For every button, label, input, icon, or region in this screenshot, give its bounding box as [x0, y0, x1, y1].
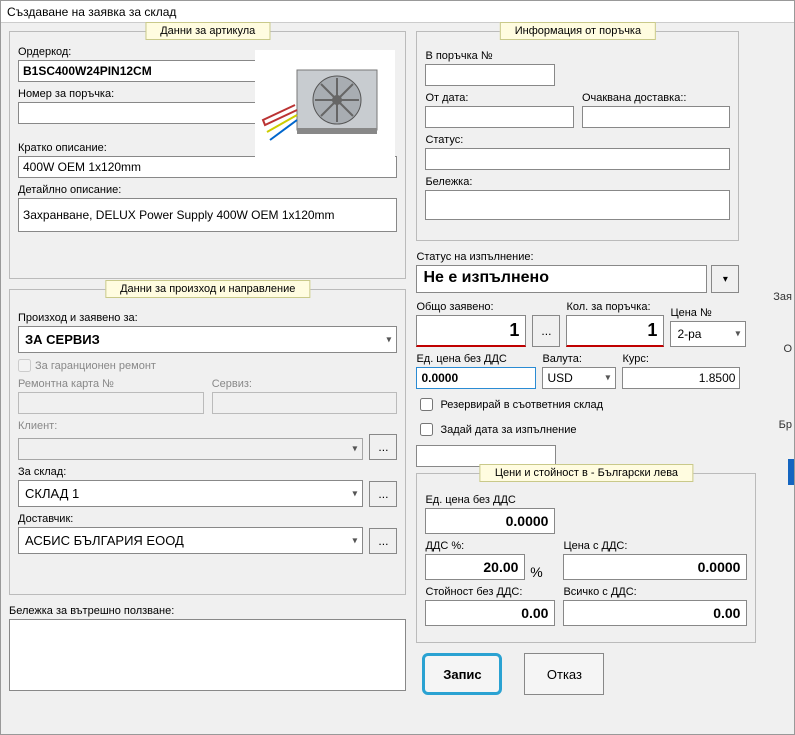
window-title: Създаване на заявка за склад — [1, 1, 794, 23]
currency-label: Валута: — [542, 353, 616, 365]
qty-order-label: Кол. за поръчка: — [566, 301, 664, 313]
qty-order-input[interactable] — [566, 315, 664, 347]
status-label: Статус: — [425, 134, 730, 146]
unitprice-label: Ед. цена без ДДС — [416, 353, 536, 365]
from-select[interactable]: ЗА СЕРВИЗ — [18, 326, 397, 353]
repaircard-input — [18, 392, 204, 414]
side-label-br: Бр — [779, 419, 792, 431]
total-req-lookup-button[interactable]: ... — [532, 315, 560, 347]
ordernote-label: Бележка: — [425, 176, 730, 188]
reserve-checkbox[interactable] — [420, 398, 433, 411]
exec-status-dropdown-button[interactable]: ▾ — [711, 265, 739, 293]
supplier-label: Доставчик: — [18, 513, 397, 525]
ordno-input[interactable] — [425, 64, 555, 86]
side-tab-zay[interactable]: Зая — [773, 291, 792, 303]
priceno-label: Цена № — [670, 307, 746, 319]
price-unit-input[interactable] — [425, 508, 555, 534]
supplier-select[interactable]: АСБИС БЪЛГАРИЯ ЕООД — [18, 527, 363, 554]
rate-input[interactable] — [622, 367, 740, 389]
client-label: Клиент: — [18, 420, 397, 432]
cancel-button[interactable]: Отказ — [524, 653, 604, 695]
side-label-o: О — [783, 343, 792, 355]
priceno-select[interactable]: 2-ра — [670, 321, 746, 347]
internal-note-label: Бележка за вътрешно ползване: — [9, 605, 406, 617]
client-select — [18, 438, 363, 460]
reserve-label: Резервирай в съответния склад — [440, 399, 603, 411]
withvat-label: Цена с ДДС: — [563, 540, 747, 552]
orderinfo-legend: Информация от поръчка — [500, 22, 656, 40]
side-blue-indicator — [788, 459, 794, 485]
internal-note-input[interactable] — [9, 619, 406, 691]
total-req-input[interactable] — [416, 315, 526, 347]
price-unit-label: Ед. цена без ДДС — [425, 494, 747, 506]
ordercode-input[interactable] — [18, 60, 258, 82]
total-vat-input[interactable] — [563, 600, 747, 626]
save-button[interactable]: Запис — [422, 653, 502, 695]
detail-desc-label: Детайлно описание: — [18, 184, 397, 196]
origin-legend: Данни за произход и направление — [105, 280, 310, 298]
for-sklad-label: За склад: — [18, 466, 397, 478]
vatpct-input[interactable] — [425, 554, 525, 580]
ordno-label: В поръчка № — [425, 50, 730, 62]
for-sklad-select[interactable]: СКЛАД 1 — [18, 480, 363, 507]
from-label: Произход и заявено за: — [18, 312, 397, 324]
total-req-label: Общо заявено: — [416, 301, 526, 313]
setdate-label: Задай дата за изпълнение — [440, 424, 576, 436]
sklad-lookup-button[interactable]: ... — [369, 481, 397, 507]
fromdate-label: От дата: — [425, 92, 574, 104]
fromdate-input[interactable] — [425, 106, 574, 128]
total-vat-label: Всичко с ДДС: — [563, 586, 747, 598]
service-label: Сервиз: — [212, 378, 398, 390]
article-group: Данни за артикула — [9, 31, 406, 279]
service-input — [212, 392, 398, 414]
client-lookup-button[interactable]: ... — [369, 434, 397, 460]
exec-status-field[interactable]: Не е изпълнено — [416, 265, 707, 293]
supplier-lookup-button[interactable]: ... — [369, 528, 397, 554]
rate-label: Курс: — [622, 353, 740, 365]
total-novat-label: Стойност без ДДС: — [425, 586, 555, 598]
setdate-checkbox[interactable] — [420, 423, 433, 436]
prices-group: Цени и стойност в - Български лева Ед. ц… — [416, 473, 756, 643]
percent-symbol: % — [527, 564, 545, 580]
warranty-label: За гаранционен ремонт — [35, 360, 156, 372]
detail-desc-input[interactable] — [18, 198, 397, 232]
article-legend: Данни за артикула — [145, 22, 270, 40]
prices-legend: Цени и стойност в - Български лева — [480, 464, 693, 482]
withvat-input[interactable] — [563, 554, 747, 580]
ordernote-input[interactable] — [425, 190, 730, 220]
ordernum-input[interactable] — [18, 102, 258, 124]
unitprice-input[interactable] — [416, 367, 536, 389]
expdeliv-label: Очаквана доставка:: — [582, 92, 731, 104]
total-novat-input[interactable] — [425, 600, 555, 626]
orderinfo-group: Информация от поръчка В поръчка № От дат… — [416, 31, 739, 241]
currency-select[interactable]: USD — [542, 367, 616, 389]
repaircard-label: Ремонтна карта № — [18, 378, 204, 390]
exec-status-label: Статус на изпълнение: — [416, 251, 739, 263]
product-image — [255, 50, 395, 160]
vatpct-label: ДДС %: — [425, 540, 555, 552]
origin-group: Данни за произход и направление Произход… — [9, 289, 406, 595]
status-input[interactable] — [425, 148, 730, 170]
warranty-checkbox — [18, 359, 31, 372]
expdeliv-input[interactable] — [582, 106, 731, 128]
